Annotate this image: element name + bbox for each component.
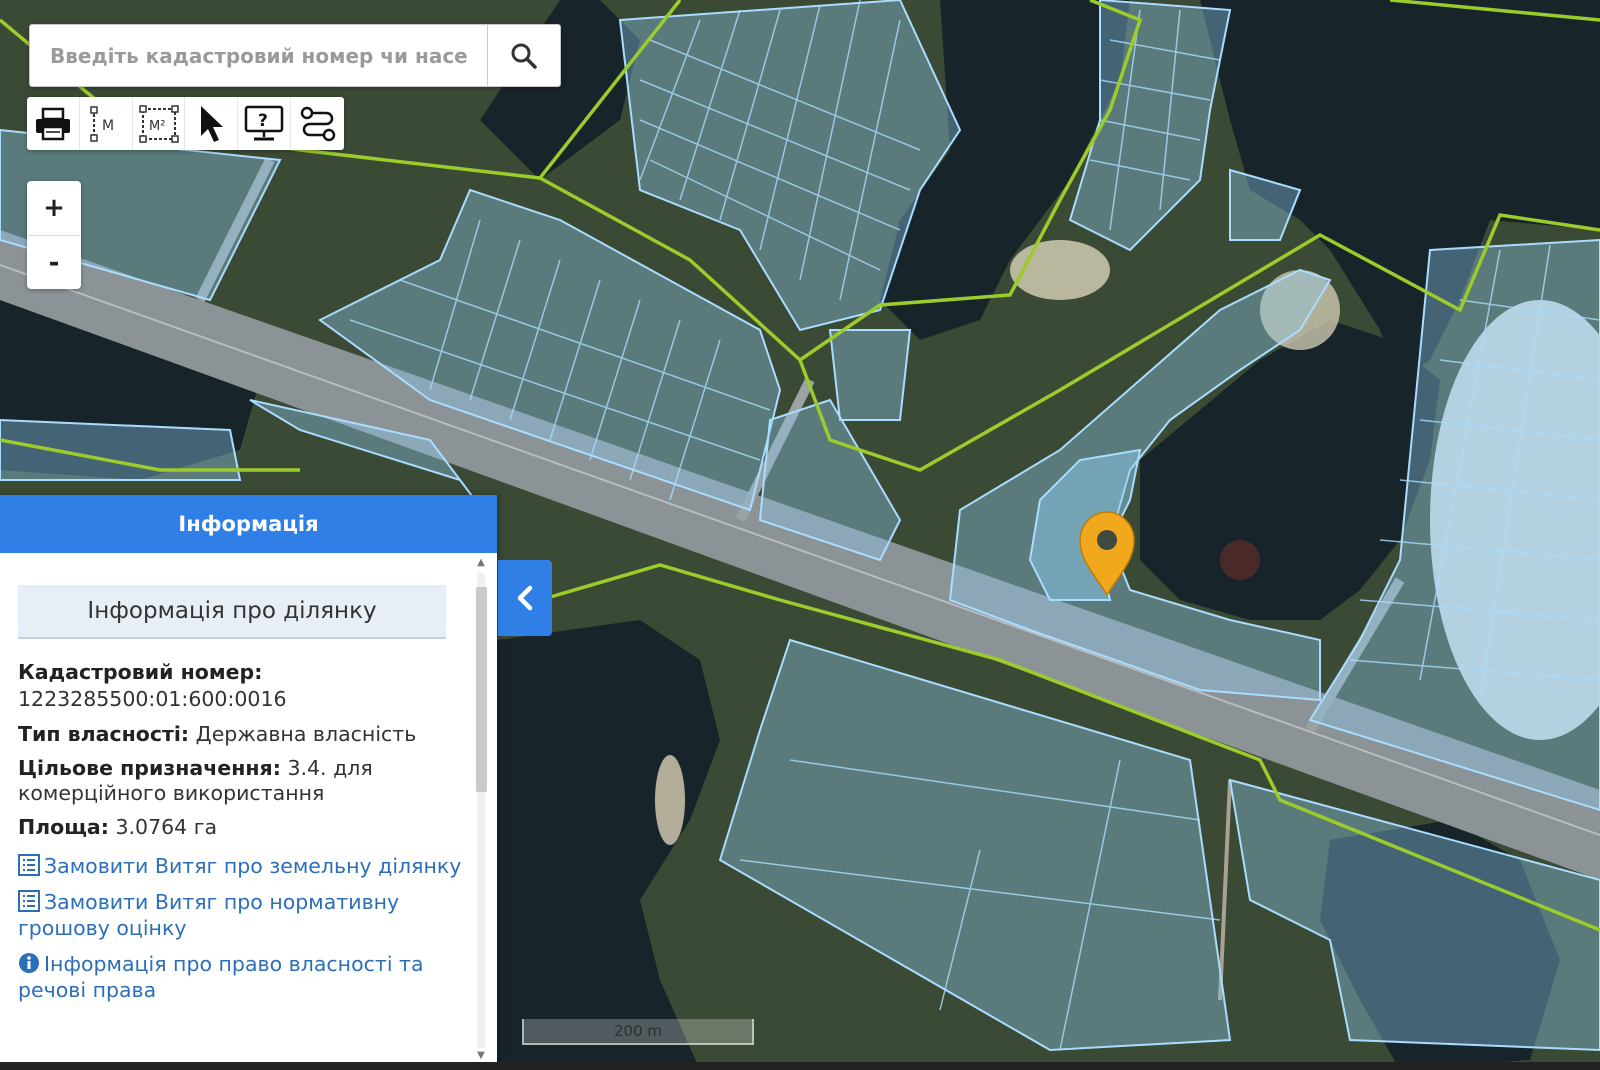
panel-body: Інформація про ділянку Кадастровий номер…: [0, 553, 467, 1070]
map-toolbar: M M² ?: [27, 97, 344, 150]
cadastral-number-row: Кадастровий номер: 1223285500:01:600:001…: [18, 659, 467, 713]
info-circle-icon: [19, 953, 39, 973]
ownership-label: Тип власності:: [18, 722, 190, 746]
section-title: Інформація про ділянку: [18, 585, 446, 639]
search-bar: [29, 24, 561, 87]
ownership-value: Державна власність: [195, 722, 417, 746]
route-icon: [300, 106, 335, 141]
scale-label: 200 m: [613, 1022, 662, 1040]
measure-length-icon: M: [89, 105, 114, 142]
bottom-edge: [0, 1062, 1600, 1070]
measure-length-label: M: [102, 118, 114, 134]
order-land-extract-link[interactable]: Замовити Витяг про земельну ділянку: [18, 853, 467, 879]
panel-scrollbar[interactable]: ▲ ▼: [473, 557, 489, 1064]
order-land-extract-text: Замовити Витяг про земельну ділянку: [44, 854, 462, 878]
area-value: 3.0764 га: [115, 815, 218, 839]
select-pointer-button[interactable]: [185, 97, 239, 150]
info-panel: Інформація Інформація про ділянку Кадаст…: [0, 495, 497, 1070]
search-input[interactable]: [30, 25, 487, 86]
measure-area-label: M²: [149, 119, 165, 134]
document-list-icon: [18, 890, 40, 912]
chevron-left-icon: [517, 585, 533, 611]
search-button[interactable]: [487, 25, 560, 86]
parcel[interactable]: [828, 329, 912, 421]
measure-area-icon: M²: [138, 104, 179, 143]
ownership-rights-info-link[interactable]: Інформація про право власності та речові…: [18, 951, 467, 1003]
measure-area-button[interactable]: M²: [133, 97, 186, 150]
info-monitor-icon: ?: [244, 105, 284, 140]
zoom-control: + -: [27, 181, 81, 289]
print-icon: [35, 107, 70, 140]
print-button[interactable]: [27, 97, 80, 150]
purpose-label: Цільове призначення:: [18, 756, 281, 780]
area-row: Площа: 3.0764 га: [18, 814, 467, 841]
ownership-rights-info-text: Інформація про право власності та речові…: [18, 952, 424, 1002]
ownership-row: Тип власності: Державна власність: [18, 721, 467, 748]
sand-patch: [655, 755, 685, 845]
measure-length-button[interactable]: M: [80, 97, 133, 150]
area-label: Площа:: [18, 815, 109, 839]
zoom-in-button[interactable]: +: [27, 181, 81, 236]
order-valuation-extract-text: Замовити Витяг про нормативну грошову оц…: [18, 890, 400, 940]
document-list-icon: [18, 854, 40, 876]
info-monitor-button[interactable]: ?: [238, 97, 292, 150]
tree-cluster: [1220, 540, 1260, 580]
info-monitor-label: ?: [258, 111, 268, 131]
collapse-panel-button[interactable]: [498, 560, 552, 636]
panel-header: Інформація: [0, 495, 497, 553]
scroll-up-arrow-icon[interactable]: ▲: [473, 557, 489, 571]
purpose-row: Цільове призначення: 3.4. для комерційно…: [18, 756, 467, 806]
select-pointer-icon: [201, 105, 224, 142]
cadastral-number-value: 1223285500:01:600:0016: [18, 687, 287, 711]
zoom-out-button[interactable]: -: [27, 236, 81, 290]
route-button[interactable]: [291, 97, 344, 150]
map-scale-bar: 200 m: [522, 1019, 754, 1045]
order-valuation-extract-link[interactable]: Замовити Витяг про нормативну грошову оц…: [18, 889, 467, 941]
cadastral-number-label: Кадастровий номер:: [18, 660, 263, 684]
scroll-thumb[interactable]: [476, 587, 487, 792]
search-icon: [511, 43, 537, 69]
